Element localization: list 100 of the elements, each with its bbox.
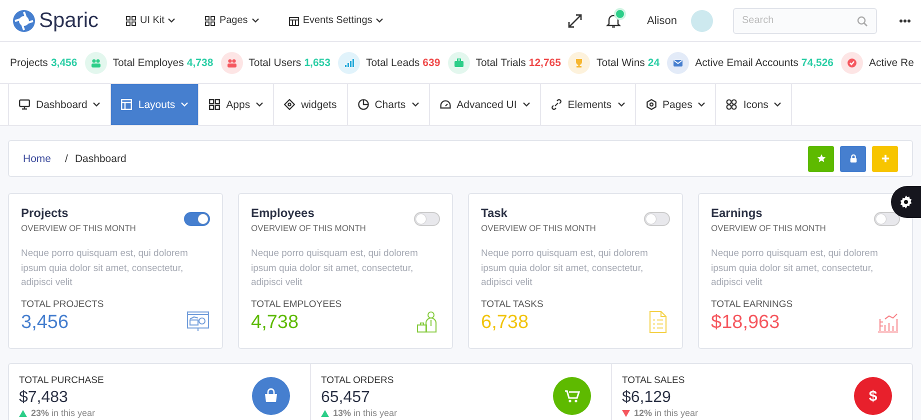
caret-icon bbox=[252, 18, 259, 23]
monitor-icon bbox=[19, 99, 30, 110]
trend-text: 13% in this year bbox=[333, 408, 398, 419]
total-label: TOTAL TASKS bbox=[481, 298, 544, 310]
total-label: TOTAL EMPLOYEES bbox=[251, 298, 343, 310]
toggle-switch[interactable] bbox=[874, 212, 900, 226]
stat-label: Total Users bbox=[248, 56, 302, 68]
summary-label: TOTAL SALES bbox=[622, 375, 686, 386]
nav-tab[interactable]: Charts bbox=[346, 84, 429, 125]
lock-icon bbox=[848, 154, 858, 163]
shopping-bag-icon bbox=[252, 377, 290, 415]
stat-value: 74,526 bbox=[801, 56, 834, 68]
total-label: TOTAL EARNINGS bbox=[711, 298, 794, 310]
summary-value: 65,457 bbox=[321, 389, 371, 407]
card-subtitle: OVERVIEW OF THIS MONTH bbox=[251, 223, 366, 233]
search-icon bbox=[857, 16, 868, 26]
nav-tab[interactable]: Elements bbox=[540, 84, 635, 125]
total-value: $18,963 bbox=[711, 310, 780, 334]
card-title: Earnings bbox=[711, 206, 764, 220]
grid-icon bbox=[126, 16, 136, 26]
total-label: TOTAL PROJECTS bbox=[21, 298, 105, 310]
settings-button[interactable] bbox=[891, 186, 921, 218]
user-name[interactable]: Alison bbox=[647, 14, 677, 26]
summary-value: $6,129 bbox=[622, 389, 672, 407]
stat-label: Projects bbox=[10, 56, 48, 68]
gauge-icon bbox=[440, 99, 451, 110]
trend-text: 23% in this year bbox=[31, 408, 96, 419]
star-button[interactable] bbox=[808, 146, 834, 172]
total-value: 4,738 bbox=[251, 310, 299, 334]
stat-label: Active Re bbox=[869, 56, 914, 68]
cart-icon bbox=[553, 377, 591, 415]
toggle-switch[interactable] bbox=[184, 212, 210, 226]
toggle-switch[interactable] bbox=[644, 212, 670, 226]
caret-icon bbox=[168, 18, 176, 23]
team-icon bbox=[220, 52, 243, 74]
stat-value: 12,765 bbox=[528, 56, 561, 68]
stat-value: 639 bbox=[422, 56, 440, 68]
grid-icon bbox=[205, 16, 216, 26]
total-value: 3,456 bbox=[21, 310, 69, 334]
lock-button[interactable] bbox=[840, 146, 866, 172]
users-icon bbox=[84, 52, 107, 74]
stat-value: 4,738 bbox=[186, 56, 214, 68]
stat-value: 1,653 bbox=[304, 56, 330, 68]
menu-link[interactable]: Events Settings bbox=[288, 15, 384, 26]
stat-label: Active Email Accounts bbox=[695, 56, 798, 68]
logo-text: Sparic bbox=[39, 8, 99, 32]
card-subtitle: OVERVIEW OF THIS MONTH bbox=[711, 223, 826, 233]
breadcrumb-current: Dashboard bbox=[74, 152, 126, 164]
stat-value: 24 bbox=[648, 56, 660, 68]
settings-icon bbox=[899, 195, 913, 209]
stat-label: Total Employes bbox=[112, 56, 184, 68]
signal-icon bbox=[338, 52, 360, 74]
layout-icon bbox=[121, 99, 132, 110]
caret-icon bbox=[376, 18, 384, 23]
card-description: Neque porro quisquam est, qui dolorem ipsum quia dolor sit amet, consectetur, adipisci velit bbox=[21, 247, 189, 290]
trophy-icon bbox=[568, 52, 590, 74]
check-icon bbox=[841, 52, 863, 74]
menu-link[interactable]: Pages bbox=[205, 15, 259, 26]
breadcrumb-separator: / bbox=[65, 152, 68, 164]
stat-label: Total Wins bbox=[596, 56, 645, 68]
star-icon bbox=[816, 154, 826, 163]
nav-tab[interactable]: widgets bbox=[273, 84, 347, 125]
grid-icon bbox=[209, 99, 220, 110]
breadcrumb-link[interactable]: Home bbox=[23, 152, 52, 164]
menu-link[interactable]: UI Kit bbox=[126, 15, 176, 26]
card-title: Employees bbox=[251, 206, 316, 220]
logo-icon bbox=[12, 8, 36, 32]
plus-icon bbox=[880, 154, 890, 163]
nav-tab[interactable]: Icons bbox=[715, 84, 792, 125]
card-description: Neque porro quisquam est, qui dolorem ipsum quia dolor sit amet, consectetur, adipisci velit bbox=[711, 247, 879, 290]
stat-value: 3,456 bbox=[50, 56, 78, 68]
calendar-icon bbox=[288, 16, 299, 26]
more-icon[interactable] bbox=[899, 18, 911, 22]
nav-tab[interactable]: Layouts bbox=[110, 84, 198, 125]
briefcase-icon bbox=[448, 52, 470, 74]
card-subtitle: OVERVIEW OF THIS MONTH bbox=[21, 223, 136, 233]
card-title: Projects bbox=[21, 206, 70, 220]
link-icon bbox=[550, 99, 562, 110]
dollar-icon: $ bbox=[854, 377, 892, 415]
nav-tab[interactable]: Pages bbox=[634, 84, 716, 125]
nav-tab[interactable]: Advanced UI bbox=[428, 84, 540, 125]
presentation-board-icon bbox=[186, 310, 210, 334]
pie-icon bbox=[358, 99, 369, 110]
nav-tab[interactable]: Apps bbox=[198, 84, 274, 125]
clover-icon bbox=[726, 99, 738, 110]
summary-label: TOTAL PURCHASE bbox=[19, 375, 104, 386]
summary-label: TOTAL ORDERS bbox=[321, 375, 395, 386]
trend-text: 12% in this year bbox=[634, 408, 698, 419]
bell-icon[interactable] bbox=[606, 12, 622, 28]
total-value: 6,738 bbox=[481, 310, 529, 334]
summary-value: $7,483 bbox=[19, 389, 69, 407]
card-description: Neque porro quisquam est, qui dolorem ipsum quia dolor sit amet, consectetur, adipisci velit bbox=[481, 247, 649, 290]
diamond-icon bbox=[284, 99, 296, 110]
search-field[interactable]: Search bbox=[733, 8, 877, 34]
mail-icon bbox=[667, 52, 690, 74]
stat-label: Total Trials bbox=[476, 56, 526, 68]
toggle-switch[interactable] bbox=[414, 212, 440, 226]
card-description: Neque porro quisquam est, qui dolorem ipsum quia dolor sit amet, consectetur, adipisci velit bbox=[251, 247, 419, 290]
fullscreen-icon[interactable] bbox=[568, 14, 582, 28]
card-subtitle: OVERVIEW OF THIS MONTH bbox=[481, 223, 596, 233]
